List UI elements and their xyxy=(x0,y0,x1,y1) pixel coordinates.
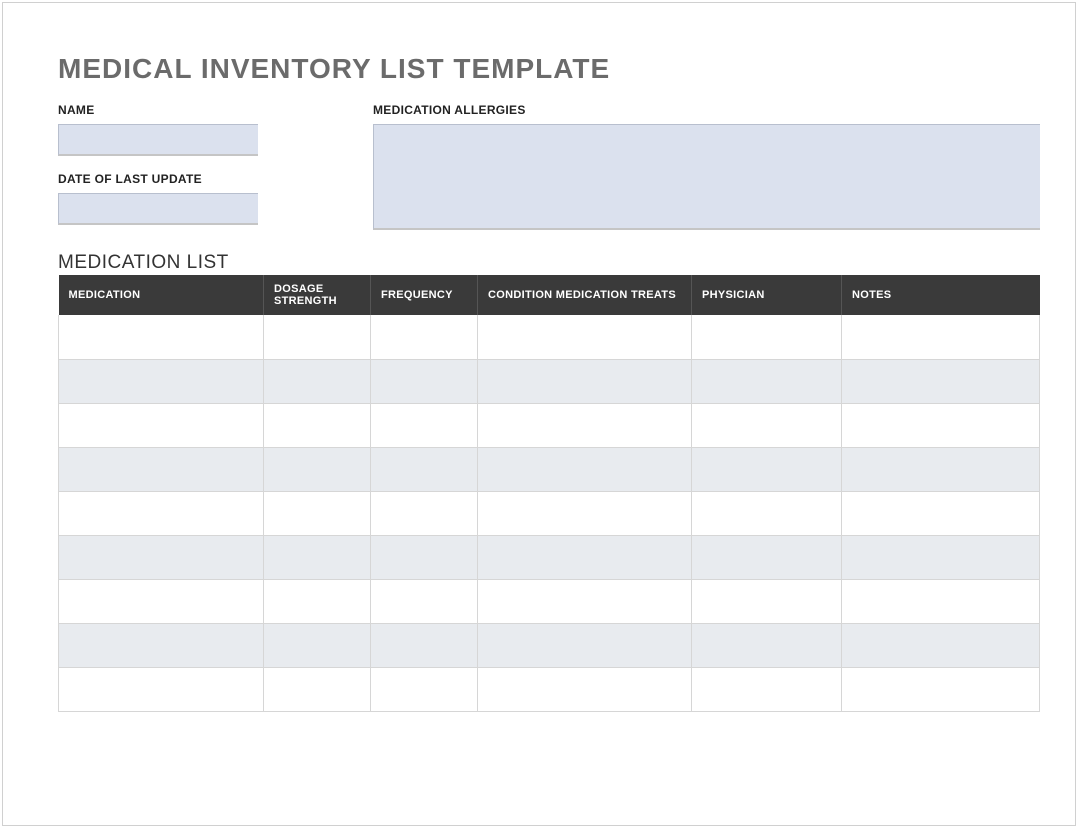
cell-medication[interactable] xyxy=(59,359,264,403)
cell-condition[interactable] xyxy=(478,535,692,579)
cell-physician[interactable] xyxy=(692,447,842,491)
cell-condition[interactable] xyxy=(478,491,692,535)
cell-dosage[interactable] xyxy=(264,359,371,403)
cell-notes[interactable] xyxy=(842,535,1040,579)
cell-medication[interactable] xyxy=(59,667,264,711)
cell-frequency[interactable] xyxy=(371,403,478,447)
cell-medication[interactable] xyxy=(59,403,264,447)
cell-dosage[interactable] xyxy=(264,579,371,623)
left-column: NAME DATE OF LAST UPDATE xyxy=(58,103,373,230)
table-row xyxy=(59,491,1040,535)
cell-medication[interactable] xyxy=(59,447,264,491)
name-group: NAME xyxy=(58,103,373,156)
cell-dosage[interactable] xyxy=(264,535,371,579)
date-group: DATE OF LAST UPDATE xyxy=(58,172,373,225)
right-column: MEDICATION ALLERGIES xyxy=(373,103,1040,230)
cell-notes[interactable] xyxy=(842,447,1040,491)
cell-frequency[interactable] xyxy=(371,623,478,667)
cell-medication[interactable] xyxy=(59,623,264,667)
table-row xyxy=(59,447,1040,491)
cell-medication[interactable] xyxy=(59,535,264,579)
table-row xyxy=(59,315,1040,359)
cell-physician[interactable] xyxy=(692,623,842,667)
cell-medication[interactable] xyxy=(59,579,264,623)
header-frequency: FREQUENCY xyxy=(371,275,478,315)
cell-condition[interactable] xyxy=(478,623,692,667)
table-row xyxy=(59,359,1040,403)
cell-frequency[interactable] xyxy=(371,491,478,535)
cell-condition[interactable] xyxy=(478,447,692,491)
header-dosage: DOSAGE STRENGTH xyxy=(264,275,371,315)
cell-medication[interactable] xyxy=(59,315,264,359)
header-notes: NOTES xyxy=(842,275,1040,315)
cell-notes[interactable] xyxy=(842,491,1040,535)
cell-notes[interactable] xyxy=(842,315,1040,359)
cell-condition[interactable] xyxy=(478,315,692,359)
table-row xyxy=(59,535,1040,579)
cell-notes[interactable] xyxy=(842,623,1040,667)
name-label: NAME xyxy=(58,103,373,117)
cell-physician[interactable] xyxy=(692,579,842,623)
cell-physician[interactable] xyxy=(692,403,842,447)
document-frame: MEDICAL INVENTORY LIST TEMPLATE NAME DAT… xyxy=(2,2,1076,826)
table-header-row: MEDICATION DOSAGE STRENGTH FREQUENCY CON… xyxy=(59,275,1040,315)
cell-physician[interactable] xyxy=(692,535,842,579)
cell-frequency[interactable] xyxy=(371,667,478,711)
header-condition: CONDITION MEDICATION TREATS xyxy=(478,275,692,315)
cell-dosage[interactable] xyxy=(264,315,371,359)
cell-dosage[interactable] xyxy=(264,667,371,711)
cell-condition[interactable] xyxy=(478,579,692,623)
table-row xyxy=(59,623,1040,667)
cell-notes[interactable] xyxy=(842,403,1040,447)
cell-dosage[interactable] xyxy=(264,447,371,491)
medication-table: MEDICATION DOSAGE STRENGTH FREQUENCY CON… xyxy=(58,275,1040,712)
cell-medication[interactable] xyxy=(59,491,264,535)
patient-info-section: NAME DATE OF LAST UPDATE MEDICATION ALLE… xyxy=(58,103,1040,230)
cell-notes[interactable] xyxy=(842,579,1040,623)
allergies-field[interactable] xyxy=(373,124,1040,230)
date-field[interactable] xyxy=(58,193,258,225)
header-medication: MEDICATION xyxy=(59,275,264,315)
cell-condition[interactable] xyxy=(478,667,692,711)
cell-physician[interactable] xyxy=(692,667,842,711)
cell-dosage[interactable] xyxy=(264,403,371,447)
cell-condition[interactable] xyxy=(478,359,692,403)
cell-frequency[interactable] xyxy=(371,315,478,359)
cell-notes[interactable] xyxy=(842,667,1040,711)
cell-frequency[interactable] xyxy=(371,579,478,623)
allergies-label: MEDICATION ALLERGIES xyxy=(373,103,1040,117)
page-title: MEDICAL INVENTORY LIST TEMPLATE xyxy=(58,53,1040,85)
table-row xyxy=(59,667,1040,711)
medication-list-header: MEDICATION LIST xyxy=(58,252,1040,274)
cell-physician[interactable] xyxy=(692,359,842,403)
table-row xyxy=(59,403,1040,447)
cell-frequency[interactable] xyxy=(371,535,478,579)
cell-notes[interactable] xyxy=(842,359,1040,403)
cell-physician[interactable] xyxy=(692,315,842,359)
name-field[interactable] xyxy=(58,124,258,156)
table-row xyxy=(59,579,1040,623)
cell-frequency[interactable] xyxy=(371,447,478,491)
date-label: DATE OF LAST UPDATE xyxy=(58,172,373,186)
cell-dosage[interactable] xyxy=(264,623,371,667)
header-physician: PHYSICIAN xyxy=(692,275,842,315)
cell-dosage[interactable] xyxy=(264,491,371,535)
cell-physician[interactable] xyxy=(692,491,842,535)
cell-frequency[interactable] xyxy=(371,359,478,403)
cell-condition[interactable] xyxy=(478,403,692,447)
